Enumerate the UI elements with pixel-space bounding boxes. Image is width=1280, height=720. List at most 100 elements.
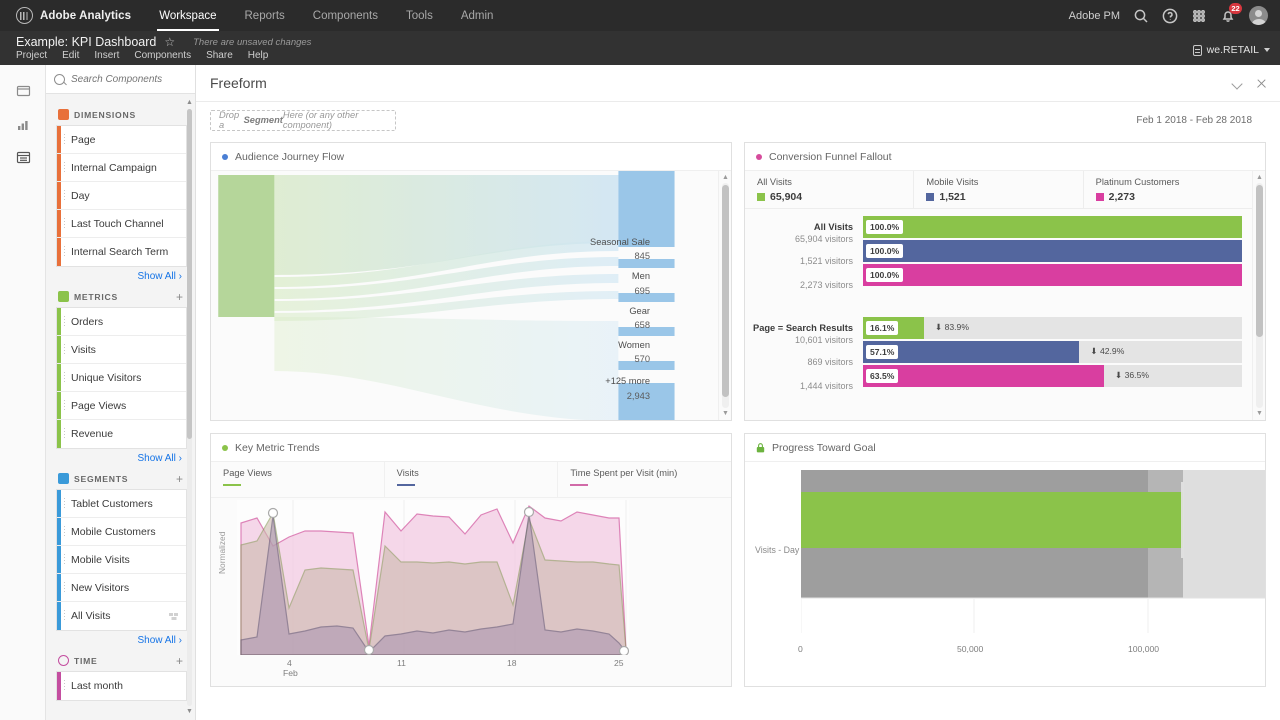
nav-tab-reports-label: Reports — [245, 10, 285, 22]
chevron-right-icon: › — [179, 635, 182, 646]
funnel-pct-label: 57.1% — [866, 345, 898, 359]
help-icon[interactable] — [1162, 8, 1178, 24]
trend-chart-svg[interactable] — [237, 500, 629, 655]
component-internal-search-term[interactable]: Internal Search Term — [57, 238, 186, 266]
funnel-bar-search-green[interactable]: 16.1% ⬇ 83.9% — [863, 317, 1242, 339]
component-visits[interactable]: Visits — [57, 336, 186, 364]
menu-share[interactable]: Share — [206, 50, 233, 61]
chevron-right-icon: › — [179, 453, 182, 464]
trend-xtick-2: 18 — [507, 658, 517, 668]
scroll-up-arrow[interactable]: ▲ — [719, 172, 731, 183]
scroll-down-arrow[interactable]: ▼ — [719, 408, 731, 419]
bullet-xtick-0: 0 — [798, 644, 803, 654]
component-unique-visitors[interactable]: Unique Visitors — [57, 364, 186, 392]
bullet-chart-svg[interactable] — [801, 470, 1265, 660]
funnel-pct-label: 100.0% — [866, 268, 903, 282]
component-page[interactable]: Page — [57, 126, 186, 154]
sankey-value-1: 695 — [634, 286, 650, 296]
funnel-scroll-thumb[interactable] — [1256, 185, 1263, 337]
app-body: DIMENSIONS Page Internal Campaign Day La… — [0, 65, 1280, 720]
component-mobile-customers[interactable]: Mobile Customers — [57, 518, 186, 546]
sankey-chart[interactable]: Seasonal Sale 845 Men 695 Gear 658 Women… — [211, 171, 718, 420]
nav-tab-admin-label: Admin — [461, 10, 494, 22]
show-all-metrics[interactable]: Show All › — [56, 449, 187, 466]
segment-dropzone[interactable]: Drop a Segment Here (or any other compon… — [210, 110, 396, 131]
menu-help[interactable]: Help — [248, 50, 269, 61]
funnel-bar-all-visits-green[interactable]: 100.0% — [863, 216, 1242, 238]
component-internal-campaign[interactable]: Internal Campaign — [57, 154, 186, 182]
scroll-down-arrow[interactable]: ▼ — [186, 708, 193, 716]
component-page-views[interactable]: Page Views — [57, 392, 186, 420]
trend-xlabel: Feb — [283, 668, 298, 678]
nav-tab-reports[interactable]: Reports — [231, 0, 299, 31]
nav-tab-admin[interactable]: Admin — [447, 0, 508, 31]
components-scrollbar[interactable]: ▲ ▼ — [186, 99, 193, 716]
component-tablet-customers[interactable]: Tablet Customers — [57, 490, 186, 518]
component-new-visitors[interactable]: New Visitors — [57, 574, 186, 602]
app-grid-icon[interactable] — [1191, 8, 1207, 24]
scroll-up-arrow[interactable]: ▲ — [1253, 172, 1265, 183]
funnel-bar-all-visits-pink[interactable]: 100.0% — [863, 264, 1242, 286]
nav-tab-workspace-label: Workspace — [159, 10, 216, 22]
menu-edit[interactable]: Edit — [62, 50, 79, 61]
component-last-month[interactable]: Last month — [57, 672, 186, 700]
funnel-bar-search-pink[interactable]: 63.5% ⬇ 36.5% — [863, 365, 1242, 387]
section-title-time: TIME — [74, 656, 98, 666]
project-menu-bar: Project Edit Insert Components Share Hel… — [16, 50, 1264, 61]
trend-legend: Page Views Visits Time Spent per Visit (… — [211, 462, 731, 498]
clock-icon — [58, 655, 69, 666]
component-label: Day — [71, 190, 90, 202]
search-icon[interactable] — [1133, 8, 1149, 24]
component-revenue[interactable]: Revenue — [57, 420, 186, 448]
component-label: New Visitors — [71, 582, 129, 594]
nav-tab-tools-label: Tools — [406, 10, 433, 22]
report-suite-selector[interactable]: we.RETAIL — [1193, 44, 1270, 56]
component-orders[interactable]: Orders — [57, 308, 186, 336]
sankey-scrollbar[interactable]: ▲ ▼ — [718, 171, 731, 420]
menu-project[interactable]: Project — [16, 50, 47, 61]
viz-type-dot-icon — [222, 154, 228, 160]
collapse-panel-icon[interactable] — [1233, 79, 1242, 88]
nav-tab-workspace[interactable]: Workspace — [145, 0, 230, 31]
bell-icon[interactable]: 22 — [1220, 8, 1236, 24]
funnel-step-search-results: Page = Search Results 10,601 visitors 86… — [745, 295, 1252, 381]
visualizations-icon[interactable] — [0, 108, 46, 141]
menu-insert[interactable]: Insert — [94, 50, 119, 61]
scroll-down-arrow[interactable]: ▼ — [1253, 408, 1265, 419]
favorite-star-icon[interactable]: ☆ — [164, 36, 175, 48]
component-last-touch-channel[interactable]: Last Touch Channel — [57, 210, 186, 238]
nav-tab-components[interactable]: Components — [299, 0, 392, 31]
dropoff-value: 42.9% — [1100, 346, 1124, 356]
series-total: 2,273 — [1109, 191, 1135, 203]
funnel-chart[interactable]: All Visits 65,904 Mobile Visits 1,521 Pl… — [745, 171, 1252, 420]
show-all-dimensions[interactable]: Show All › — [56, 267, 187, 284]
close-panel-icon[interactable] — [1256, 78, 1266, 88]
funnel-bar-search-blue[interactable]: 57.1% ⬇ 42.9% — [863, 341, 1242, 363]
sankey-label-1: Men — [632, 271, 650, 281]
nav-tab-tools[interactable]: Tools — [392, 0, 447, 31]
bullet-xtick-2: 100,000 — [1128, 644, 1159, 654]
funnel-step-rows: 100.0% 100.0% 100.0% — [863, 216, 1242, 286]
components-icon[interactable] — [0, 141, 46, 174]
scroll-up-arrow[interactable]: ▲ — [186, 99, 193, 107]
component-day[interactable]: Day — [57, 182, 186, 210]
search-input[interactable] — [71, 74, 205, 85]
main-nav-tabs: Workspace Reports Components Tools Admin — [145, 0, 507, 31]
show-all-label: Show All — [138, 453, 176, 464]
viz-key-metric-trends: Key Metric Trends Page Views Visits — [210, 433, 732, 687]
component-mobile-visits[interactable]: Mobile Visits — [57, 546, 186, 574]
components-scroll-thumb[interactable] — [187, 109, 192, 439]
funnel-step-rows: 16.1% ⬇ 83.9% 57.1% ⬇ 42.9% — [863, 317, 1242, 387]
funnel-bar-all-visits-blue[interactable]: 100.0% — [863, 240, 1242, 262]
avatar[interactable] — [1249, 6, 1268, 25]
series-line-swatch — [570, 484, 588, 486]
component-all-visits[interactable]: All Visits — [57, 602, 186, 630]
project-bar: Example: KPI Dashboard ☆ There are unsav… — [0, 31, 1280, 65]
show-all-segments[interactable]: Show All › — [56, 631, 187, 648]
viz-body: Visits - Day — [745, 461, 1265, 686]
sankey-scroll-thumb[interactable] — [722, 185, 729, 397]
funnel-scrollbar[interactable]: ▲ ▼ — [1252, 171, 1265, 420]
menu-components[interactable]: Components — [134, 50, 191, 61]
series-name: Visits — [397, 468, 558, 478]
panels-icon[interactable] — [0, 75, 46, 108]
